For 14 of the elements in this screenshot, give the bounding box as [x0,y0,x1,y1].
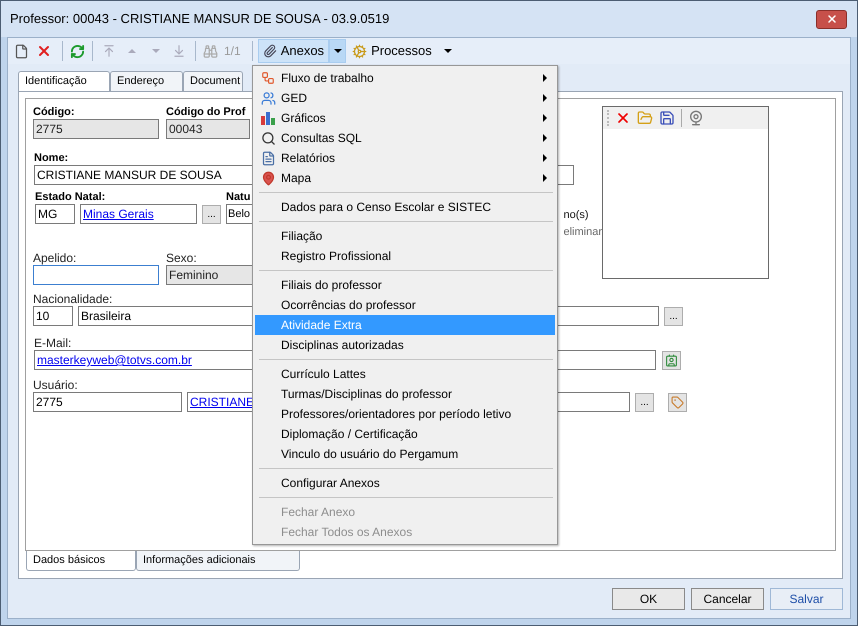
field-label: Código: [33,105,75,119]
window-title: Professor: 00043 - CRISTIANE MANSUR DE SOUSA - 03.9.0519 [10,10,390,28]
field-label: Nacionalidade: [33,292,112,306]
field-label: Apelido: [33,251,76,265]
field-label: E-Mail: [34,336,72,350]
field-label: Natu [226,190,250,204]
field-label: Código do Prof [166,105,246,119]
field-label: Usuário: [33,378,78,392]
field-label: Nome: [34,151,68,165]
option-text: eliminar [563,225,602,240]
record-position: 1/1 [224,43,241,60]
field-label: Sexo: [166,251,197,265]
option-text: no(s) [563,208,589,223]
field-label: Estado Natal: [35,190,106,204]
